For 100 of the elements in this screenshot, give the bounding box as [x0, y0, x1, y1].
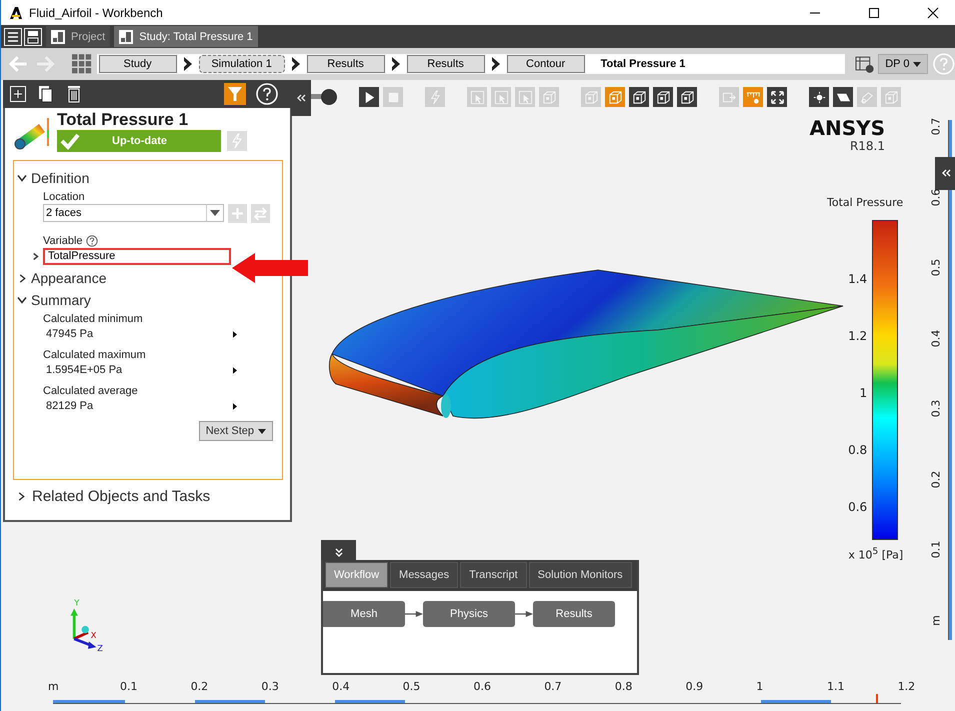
chevron-icon	[490, 57, 501, 71]
close-icon[interactable]	[927, 6, 939, 18]
help-icon[interactable]	[86, 235, 98, 247]
breadcrumb-item[interactable]: Results	[406, 55, 485, 73]
next-step-button[interactable]: Next Step	[198, 421, 273, 441]
ruler-label: 0.4	[930, 328, 942, 349]
expand-chevron-icon[interactable]	[33, 252, 39, 261]
status-badge: Up-to-date	[57, 130, 221, 152]
app-logo-icon	[9, 6, 23, 20]
section-header[interactable]: Summary	[17, 289, 282, 311]
menu-icon[interactable]	[4, 28, 22, 46]
window-icon	[51, 30, 65, 44]
axis-label: Y	[74, 598, 80, 608]
summary-value: 47945 Pa	[45, 328, 94, 340]
collapse-panel-button[interactable]	[321, 540, 356, 560]
breadcrumb-item[interactable]: Contour	[506, 55, 585, 73]
ruler-label: 0.7	[930, 116, 942, 138]
chevron-right-icon	[17, 274, 27, 282]
double-chevron-icon	[334, 547, 344, 557]
cube-button[interactable]	[629, 87, 649, 107]
cube-icon	[584, 90, 598, 104]
caret-icon	[913, 62, 922, 66]
ruler-label: 0.9	[686, 680, 704, 693]
legend-tick-label: 1.2	[848, 329, 868, 343]
chevron-right-icon	[16, 492, 26, 501]
axis-label: Z	[97, 642, 103, 653]
collapse-panel-button[interactable]	[291, 80, 311, 116]
section-header[interactable]: Appearance	[17, 267, 282, 289]
tab[interactable]: Messages	[390, 562, 458, 588]
chart-icon	[746, 90, 760, 104]
copy-icon[interactable]	[37, 85, 55, 103]
slider-handle[interactable]	[311, 87, 337, 107]
legend-tick-label: 0.8	[848, 443, 868, 457]
ruler-label: 0.6	[930, 187, 942, 208]
workflow-node[interactable]: Mesh	[323, 601, 405, 627]
window-icon	[119, 30, 134, 44]
ruler-label: 0.1	[930, 540, 942, 560]
legend-unit: x 10$^{5}$ [Pa]	[848, 546, 904, 562]
breadcrumb-item[interactable]: Results	[306, 55, 385, 73]
tab[interactable]: Project	[46, 26, 110, 47]
cube-button[interactable]	[677, 87, 697, 107]
version-label: R18.1	[850, 140, 885, 153]
cylinder-icon	[860, 90, 874, 104]
checkmark-icon	[60, 131, 80, 151]
ruler-label: m	[930, 614, 942, 628]
double-chevron-icon	[296, 93, 306, 103]
filter-button[interactable]	[224, 83, 246, 105]
play-button[interactable]	[359, 87, 379, 107]
tab[interactable]: Transcript	[460, 562, 527, 588]
workflow-node[interactable]: Physics	[423, 601, 515, 627]
expand-button[interactable]	[767, 87, 787, 107]
chevron-down-icon	[17, 296, 27, 304]
sun-button[interactable]	[809, 87, 829, 107]
legend-tick-label: 0.6	[848, 500, 868, 514]
caret-icon	[210, 210, 220, 216]
filter-icon	[226, 85, 244, 103]
ruler-label: 1.2	[898, 680, 916, 693]
connector-arrow	[405, 609, 423, 619]
save-icon[interactable]	[24, 28, 42, 46]
cursor-icon	[518, 90, 532, 104]
settings-icon[interactable]	[854, 54, 874, 74]
ruler-label: 0.5	[930, 258, 942, 278]
breadcrumb-item[interactable]: Simulation 1	[198, 55, 285, 73]
caret-icon	[258, 428, 266, 434]
expand-arrow-icon[interactable]	[233, 402, 237, 410]
trash-icon[interactable]	[65, 85, 83, 103]
ruler-label: 0.2	[930, 469, 942, 490]
legend-title: Total Pressure	[827, 196, 904, 209]
field-label: Variable	[43, 235, 83, 247]
expand-arrow-icon[interactable]	[233, 330, 237, 338]
grid-icon[interactable]	[72, 54, 92, 74]
ruler-label: 1.1	[827, 680, 844, 693]
tab[interactable]: Study: Total Pressure 1	[114, 26, 258, 47]
cursor-icon	[494, 90, 508, 104]
chevron-icon	[290, 57, 301, 71]
cube-icon	[884, 90, 898, 104]
plane-button[interactable]	[833, 87, 853, 107]
section-header[interactable]: Definition	[17, 167, 282, 189]
design-point-dropdown[interactable]: DP 0	[878, 54, 928, 74]
expand-arrow-icon[interactable]	[233, 366, 237, 374]
summary-label: Calculated maximum	[43, 349, 147, 361]
maximize-icon[interactable]	[868, 6, 880, 18]
cube-icon	[656, 90, 670, 104]
workflow-node[interactable]: Results	[533, 601, 615, 627]
summary-label: Calculated minimum	[43, 313, 144, 325]
summary-label: Calculated average	[43, 385, 139, 397]
ruler-label: 0.3	[261, 680, 279, 693]
double-chevron-icon	[940, 168, 950, 178]
expand-panel-button[interactable]	[935, 157, 955, 190]
add-icon[interactable]	[9, 85, 27, 103]
variable-field[interactable]: TotalPressure	[43, 248, 231, 265]
cube-button[interactable]	[653, 87, 673, 107]
section-header[interactable]: Related Objects and Tasks	[13, 488, 283, 505]
ruler-label: 0.1	[120, 680, 138, 693]
tab[interactable]: Solution Monitors	[528, 562, 632, 588]
location-dropdown[interactable]: 2 faces	[43, 204, 224, 222]
breadcrumb-item[interactable]: Study	[98, 55, 177, 73]
chevron-icon	[390, 57, 401, 71]
legend-tick-label: 1	[860, 386, 868, 400]
cube-icon	[680, 90, 694, 104]
